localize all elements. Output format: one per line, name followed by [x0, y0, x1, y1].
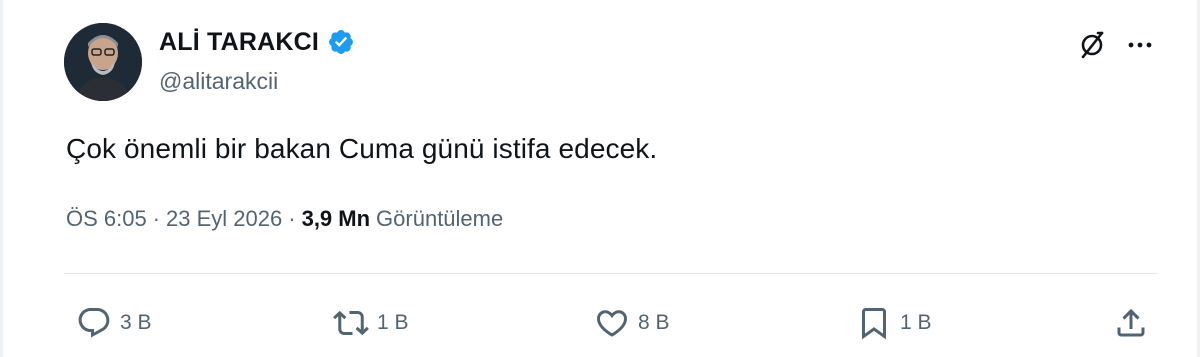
retweet-count: 1 B	[377, 311, 409, 334]
tweet-card: ALİ TARAKCI @alitarakcii Çok önemli bir …	[0, 0, 1200, 357]
tweet-date[interactable]: 23 Eyl 2026	[166, 206, 282, 232]
views-label: Görüntüleme	[376, 206, 504, 231]
meta-separator: ·	[152, 206, 161, 231]
grok-icon	[1081, 31, 1104, 59]
verified-badge-icon[interactable]	[327, 28, 355, 56]
avatar[interactable]	[64, 23, 142, 101]
author-handle[interactable]: @alitarakcii	[159, 68, 278, 95]
retweet-icon	[333, 310, 369, 336]
heart-icon	[596, 310, 628, 337]
action-bar: 3 B 1 B 8 B 1 B	[0, 298, 1200, 348]
retweet-button[interactable]: 1 B	[333, 298, 409, 348]
meta-separator: ·	[288, 206, 296, 231]
bookmark-count: 1 B	[900, 311, 932, 334]
bookmark-button[interactable]: 1 B	[856, 298, 932, 348]
reply-count: 3 B	[120, 311, 152, 334]
tweet-meta: ÖS 6:05 · 23 Eyl 2026 · 3,9 Mn Görüntüle…	[66, 206, 503, 232]
share-button[interactable]	[1113, 298, 1149, 348]
like-count: 8 B	[638, 311, 670, 334]
more-button[interactable]	[1122, 27, 1158, 63]
more-icon	[1128, 42, 1152, 48]
divider	[64, 273, 1158, 274]
like-button[interactable]: 8 B	[594, 298, 670, 348]
bookmark-icon	[862, 308, 886, 340]
grok-button[interactable]	[1074, 27, 1110, 63]
avatar-image	[64, 23, 142, 101]
tweet-time[interactable]: ÖS 6:05	[66, 206, 147, 232]
reply-button[interactable]: 3 B	[76, 298, 152, 348]
share-icon	[1117, 308, 1145, 337]
author-display-name[interactable]: ALİ TARAKCI	[159, 28, 319, 57]
reply-icon	[78, 308, 110, 338]
author-name-row: ALİ TARAKCI	[159, 24, 355, 60]
tweet-text: Çok önemli bir bakan Cuma günü istifa ed…	[66, 133, 658, 164]
views-count: 3,9 Mn	[301, 206, 371, 231]
